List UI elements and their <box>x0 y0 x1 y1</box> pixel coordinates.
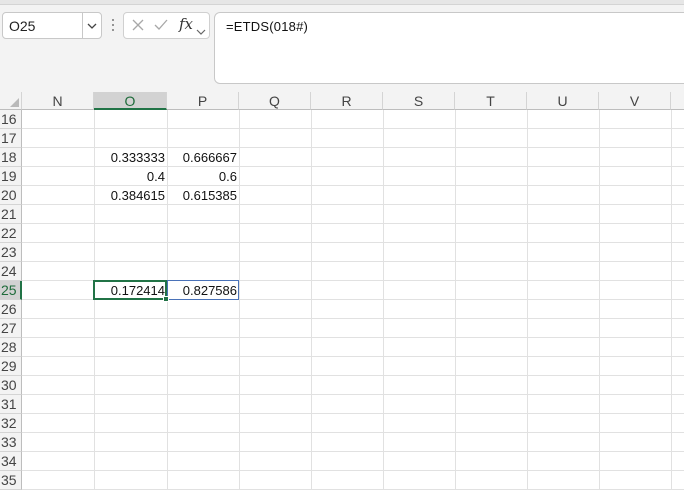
row-header-28[interactable]: 28 <box>0 338 22 357</box>
gridline <box>22 394 684 395</box>
gridline <box>527 110 528 490</box>
row-header-20[interactable]: 20 <box>0 186 22 205</box>
cell-o20[interactable]: 0.384615 <box>94 186 167 205</box>
active-cell-outline <box>93 280 167 300</box>
gridline <box>671 110 672 490</box>
column-header-partial[interactable] <box>671 92 684 110</box>
name-box[interactable]: O25 <box>2 12 102 39</box>
column-header-r[interactable]: R <box>311 92 383 110</box>
row-header-22[interactable]: 22 <box>0 224 22 243</box>
row-header-17[interactable]: 17 <box>0 129 22 148</box>
gridline <box>383 110 384 490</box>
row-header-27[interactable]: 27 <box>0 319 22 338</box>
gridline <box>22 261 684 262</box>
fill-handle[interactable] <box>163 296 169 302</box>
gridline <box>22 318 684 319</box>
gridline <box>22 413 684 414</box>
cell-o18[interactable]: 0.333333 <box>94 148 167 167</box>
gridline <box>22 128 684 129</box>
formula-text[interactable]: =ETDS(018#) <box>226 19 308 34</box>
row-header-30[interactable]: 30 <box>0 376 22 395</box>
row-header-16[interactable]: 16 <box>0 110 22 129</box>
gridline <box>22 337 684 338</box>
spill-range-outline <box>167 280 239 300</box>
row-header-32[interactable]: 32 <box>0 414 22 433</box>
spreadsheet-grid[interactable]: N O P Q R S T U V 16 17 18 19 20 21 22 2… <box>0 92 684 490</box>
column-header-v[interactable]: V <box>599 92 671 110</box>
row-header-21[interactable]: 21 <box>0 205 22 224</box>
gridline <box>22 356 684 357</box>
row-header-18[interactable]: 18 <box>0 148 22 167</box>
check-icon[interactable] <box>153 17 169 38</box>
column-header-n[interactable]: N <box>22 92 94 110</box>
gridline <box>22 242 684 243</box>
row-header-33[interactable]: 33 <box>0 433 22 452</box>
gridline <box>455 110 456 490</box>
chevron-down-icon[interactable] <box>82 13 101 38</box>
cell-p18[interactable]: 0.666667 <box>167 148 239 167</box>
column-header-o[interactable]: O <box>94 92 167 110</box>
gridline <box>22 375 684 376</box>
gridline <box>599 110 600 490</box>
close-icon[interactable] <box>130 17 146 38</box>
row-header-31[interactable]: 31 <box>0 395 22 414</box>
chevron-down-icon[interactable] <box>196 22 206 40</box>
row-header-25[interactable]: 25 <box>0 281 22 300</box>
gridline <box>311 110 312 490</box>
ribbon-edge <box>0 0 684 5</box>
cell-o19[interactable]: 0.4 <box>94 167 167 186</box>
row-header-19[interactable]: 19 <box>0 167 22 186</box>
row-header-26[interactable]: 26 <box>0 300 22 319</box>
column-header-u[interactable]: U <box>527 92 599 110</box>
cell-p19[interactable]: 0.6 <box>167 167 239 186</box>
row-header-24[interactable]: 24 <box>0 262 22 281</box>
row-header-35[interactable]: 35 <box>0 471 22 490</box>
select-all-icon <box>10 98 19 107</box>
gridline <box>22 432 684 433</box>
insert-function-button[interactable]: fx <box>179 15 193 33</box>
column-header-t[interactable]: T <box>455 92 527 110</box>
column-header-s[interactable]: S <box>383 92 455 110</box>
more-vertical-icon[interactable] <box>110 16 116 36</box>
cell-p20[interactable]: 0.615385 <box>167 186 239 205</box>
formula-controls: fx <box>123 12 210 39</box>
column-header-p[interactable]: P <box>167 92 239 110</box>
select-all-button[interactable] <box>0 92 22 110</box>
name-box-value[interactable]: O25 <box>9 18 35 34</box>
formula-input[interactable]: =ETDS(018#) <box>214 12 684 84</box>
row-header-23[interactable]: 23 <box>0 243 22 262</box>
gridline <box>22 470 684 471</box>
gridline <box>22 223 684 224</box>
formula-bar-area: O25 fx =ETDS(018#) <box>0 0 684 92</box>
gridline <box>239 110 240 490</box>
row-header-34[interactable]: 34 <box>0 452 22 471</box>
gridline <box>22 451 684 452</box>
row-header-29[interactable]: 29 <box>0 357 22 376</box>
column-header-q[interactable]: Q <box>239 92 311 110</box>
